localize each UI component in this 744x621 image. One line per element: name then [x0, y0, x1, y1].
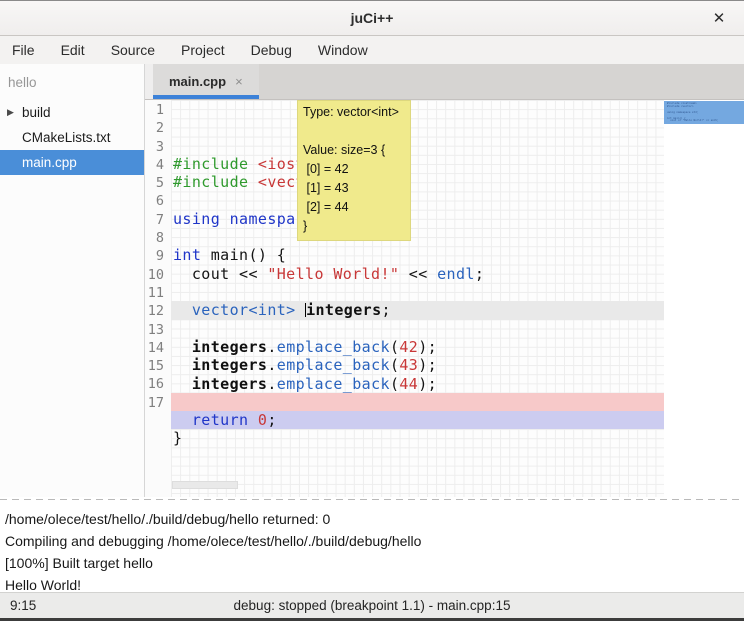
file-tree: ▶ build CMakeLists.txt main.cpp	[0, 100, 144, 175]
code-line-14	[171, 393, 664, 411]
code-line-4: using namespace std;	[171, 210, 664, 228]
menu-source[interactable]: Source	[101, 38, 165, 62]
editor-area: 1234567891011121314151617 #include <iost…	[145, 100, 744, 497]
line-number[interactable]: 1	[145, 101, 171, 119]
code-line-2: #include <vector>	[171, 173, 664, 191]
line-number[interactable]: 17	[145, 394, 171, 412]
code-line-13: integers.emplace_back(44);	[171, 375, 664, 393]
code-line-1: #include <iostream>	[171, 155, 664, 173]
line-number[interactable]: 9	[145, 247, 171, 265]
code-line-8	[171, 283, 664, 301]
editor-notebook: main.cpp × 1234567891011121314151617 #in…	[145, 64, 744, 497]
output-line: Compiling and debugging /home/olece/test…	[5, 530, 739, 552]
window-title: juCi++	[351, 10, 394, 26]
code-line-11: integers.emplace_back(42);	[171, 338, 664, 356]
sidebar-item-label: main.cpp	[22, 155, 77, 170]
sidebar-item-build[interactable]: ▶ build	[0, 100, 144, 125]
build-output-panel: /home/olece/test/hello/./build/debug/hel…	[0, 503, 744, 592]
expander-triangle-icon[interactable]: ▶	[7, 107, 14, 118]
minimap-code: #include <iostream> #include <vector> us…	[667, 103, 741, 124]
code-line-3	[171, 192, 664, 210]
close-icon[interactable]: ✕	[708, 7, 730, 29]
line-number[interactable]: 11	[145, 284, 171, 302]
code-line-10	[171, 320, 664, 338]
line-number[interactable]: 16	[145, 375, 171, 393]
line-number[interactable]: 10	[145, 266, 171, 284]
line-number-gutter: 1234567891011121314151617	[145, 100, 171, 497]
menu-debug[interactable]: Debug	[241, 38, 302, 62]
line-number[interactable]: 14	[145, 339, 171, 357]
line-number[interactable]: 5	[145, 174, 171, 192]
code-line-9: vector<int> integers;	[171, 301, 664, 319]
code-line-12: integers.emplace_back(43);	[171, 356, 664, 374]
output-line: /home/olece/test/hello/./build/debug/hel…	[5, 508, 739, 530]
menu-project[interactable]: Project	[171, 38, 235, 62]
line-number[interactable]: 15	[145, 357, 171, 375]
debug-value-tooltip: Type: vector<int> Value: size=3 { [0] = …	[297, 100, 411, 241]
tab-bar: main.cpp ×	[145, 64, 744, 100]
code-line-15: return 0;	[171, 411, 664, 429]
tab-main-cpp[interactable]: main.cpp ×	[153, 64, 259, 99]
code-line-5	[171, 228, 664, 246]
line-number[interactable]: 4	[145, 156, 171, 174]
sidebar-item-cmakelists-txt[interactable]: CMakeLists.txt	[0, 125, 144, 150]
line-number[interactable]: 6	[145, 192, 171, 210]
code-line-6: int main() {	[171, 246, 664, 264]
horizontal-scrollbar-thumb[interactable]	[172, 481, 238, 489]
code-line-17	[171, 448, 664, 466]
code-line-7: cout << "Hello World!" << endl;	[171, 265, 664, 283]
source-minimap[interactable]: #include <iostream> #include <vector> us…	[664, 100, 744, 497]
sidebar-item-main-cpp[interactable]: main.cpp	[0, 150, 144, 175]
tab-label: main.cpp	[169, 74, 226, 89]
app-window: juCi++ ✕ FileEditSourceProjectDebugWindo…	[0, 0, 744, 621]
tab-close-icon[interactable]: ×	[235, 74, 243, 89]
line-number[interactable]: 2	[145, 119, 171, 137]
code-area[interactable]: #include <iostream>#include <vector> usin…	[171, 100, 664, 497]
menu-bar: FileEditSourceProjectDebugWindow	[0, 36, 744, 64]
menu-file[interactable]: File	[2, 38, 45, 62]
line-number[interactable]: 7	[145, 211, 171, 229]
active-tab-indicator	[153, 95, 259, 99]
sidebar-item-label: build	[22, 105, 51, 120]
file-tree-sidebar: hello ▶ build CMakeLists.txt main.cpp	[0, 64, 145, 497]
minimap-viewport-slider[interactable]: #include <iostream> #include <vector> us…	[664, 101, 744, 124]
line-number[interactable]: 13	[145, 321, 171, 339]
sidebar-item-label: CMakeLists.txt	[22, 130, 111, 145]
pane-resize-handle[interactable]	[0, 497, 744, 503]
project-name: hello	[0, 70, 144, 100]
line-number[interactable]: 3	[145, 138, 171, 156]
output-line: Hello World!	[5, 574, 739, 592]
menu-window[interactable]: Window	[308, 38, 378, 62]
debug-status: debug: stopped (breakpoint 1.1) - main.c…	[0, 598, 744, 613]
tab-bar-edge	[145, 64, 153, 99]
line-number[interactable]: 8	[145, 229, 171, 247]
output-line: [100%] Built target hello	[5, 552, 739, 574]
status-bar: 9:15 debug: stopped (breakpoint 1.1) - m…	[0, 592, 744, 618]
code-line-16: }	[171, 429, 664, 447]
line-number[interactable]: 12	[145, 302, 171, 320]
title-bar: juCi++ ✕	[0, 1, 744, 36]
menu-edit[interactable]: Edit	[51, 38, 95, 62]
